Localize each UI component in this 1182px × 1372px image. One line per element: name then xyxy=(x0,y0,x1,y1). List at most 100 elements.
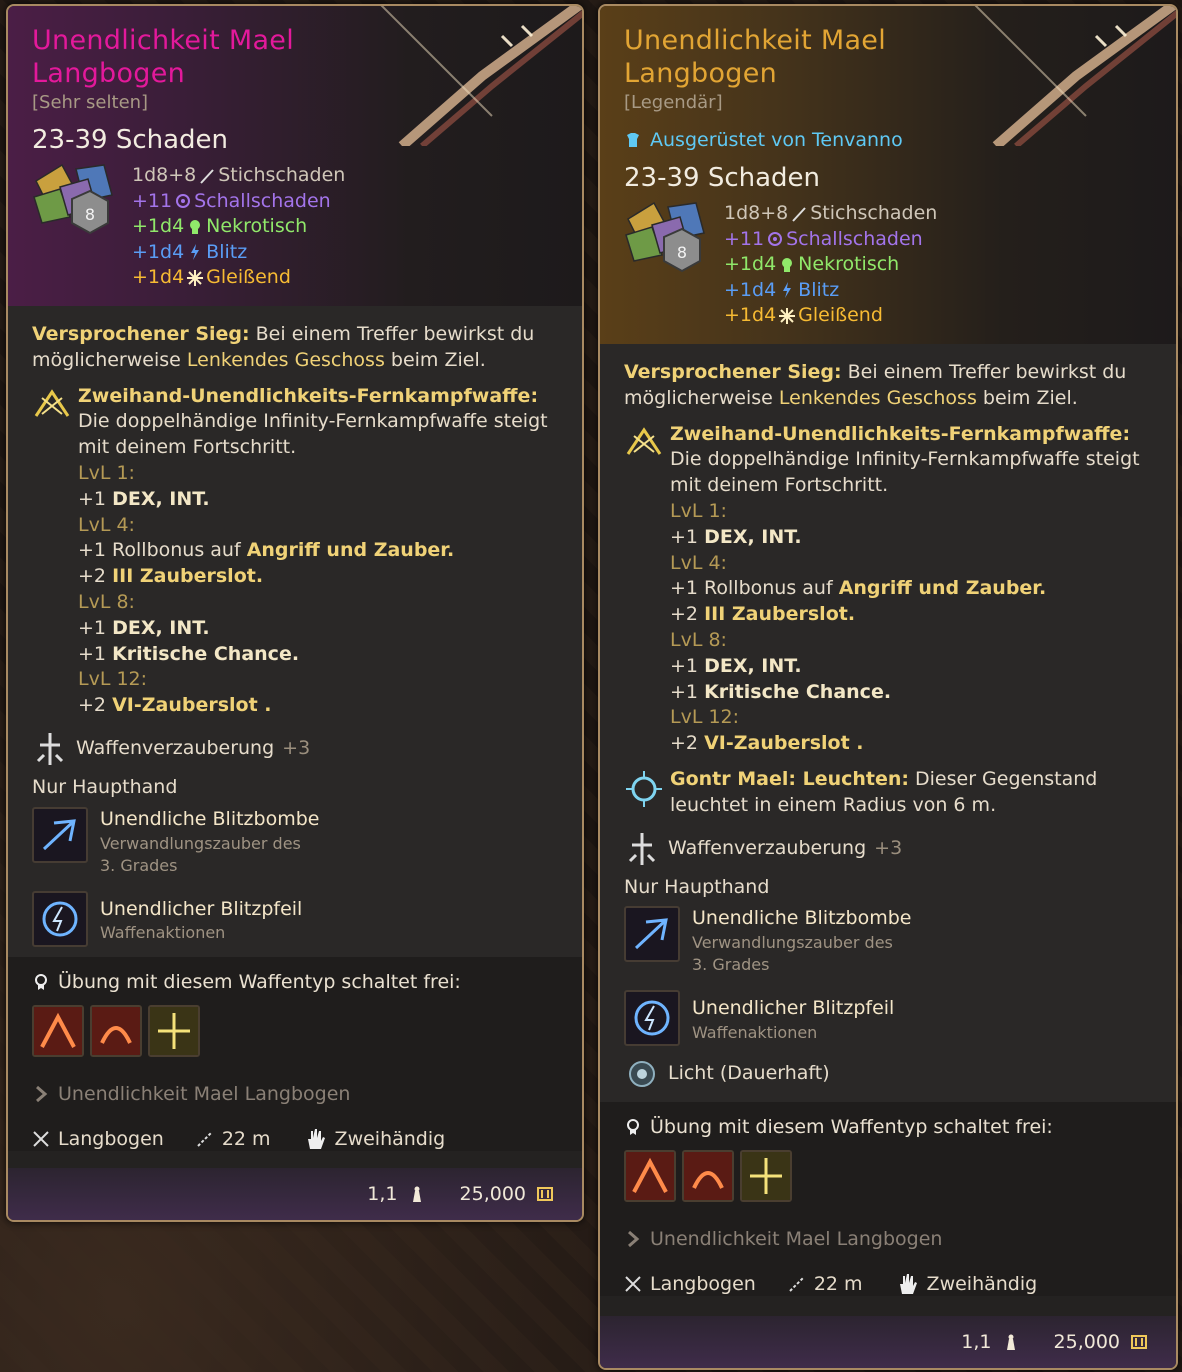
weapon-enchantment: Waffenverzauberung +3 xyxy=(624,831,1156,867)
lightning-bomb-icon xyxy=(32,806,88,863)
equipped-by: Ausgerüstet von Tenvanno xyxy=(624,129,1154,151)
lightning-bomb-icon xyxy=(624,906,680,963)
weapon-enchantment: Waffenverzauberung +3 xyxy=(32,731,562,767)
gold-coin-icon xyxy=(537,1187,553,1201)
main-hand-only: Nur Haupthand xyxy=(624,875,770,898)
action-2-icon[interactable] xyxy=(90,1004,142,1057)
lightning-icon xyxy=(783,282,792,299)
enchant-swirl-icon xyxy=(628,1231,640,1248)
weight-icon xyxy=(1006,1334,1015,1350)
dice-number: 8 xyxy=(677,243,687,262)
damage-dice-block: 8 1d8+8 Stichschaden +11 Schallschaden +1d… xyxy=(624,199,1154,329)
passive-infinity-weapon: Zweihand-Unendlichkeits-Fernkampfwaffe: … xyxy=(624,422,1156,757)
longbow-icon xyxy=(974,6,1176,146)
weapon-properties: Langbogen 22 m Zweihändig xyxy=(624,1272,1156,1296)
tooltip-bottom-bar: 1,1 25,000 xyxy=(8,1168,582,1220)
dice-number: 8 xyxy=(85,205,95,224)
crossed-weapons-icon xyxy=(33,1130,49,1147)
spell-blitzbombe[interactable]: Unendliche Blitzbombe Verwandlungszauber … xyxy=(32,806,562,877)
lightning-arrow-icon xyxy=(32,890,88,947)
item-weight: 1,1 xyxy=(367,1183,398,1205)
hand-icon xyxy=(307,1128,325,1149)
dice-icon: 8 xyxy=(625,201,705,273)
sword-enchant-icon xyxy=(36,732,64,765)
weapon-properties: Langbogen 22 m Zweihändig xyxy=(32,1127,562,1151)
action-2-icon[interactable] xyxy=(682,1150,734,1203)
tooltip-footer: Übung mit diesem Waffentyp schaltet frei… xyxy=(600,1102,1176,1297)
damage-line-thunder: +11 Schallschaden xyxy=(724,227,923,250)
enchant-line: Unendlichkeit Mael Langbogen xyxy=(624,1228,1156,1250)
dice-icon: 8 xyxy=(33,163,113,235)
tooltip-body: Versprochener Sieg: Bei einem Treffer be… xyxy=(8,306,582,957)
infinity-weapon-icon xyxy=(34,388,70,417)
crossed-weapons-icon xyxy=(625,1276,641,1292)
necrotic-icon xyxy=(782,257,793,272)
radiant-icon xyxy=(779,307,796,324)
spell-blitzpfeil[interactable]: Unendlicher Blitzpfeil Waffenaktionen xyxy=(32,890,562,947)
passive-infinity-weapon: Zweihand-Unendlichkeits-Fernkampfwaffe: … xyxy=(32,384,562,719)
damage-lines: 1d8+8 Stichschaden +11 Schallschaden +1d4 N… xyxy=(132,163,345,291)
passive-leuchten: Gontr Mael: Leuchten: Dieser Gegenstand … xyxy=(624,767,1156,819)
range-icon xyxy=(789,1276,805,1292)
weight-icon xyxy=(412,1186,421,1202)
damage-total: 23-39 Schaden xyxy=(32,125,229,155)
infinity-weapon-icon xyxy=(626,426,662,455)
damage-line-necrotic: +1d4 Nekrotisch xyxy=(724,253,900,275)
necrotic-icon xyxy=(190,219,201,234)
damage-line-lightning: +1d4 Blitz xyxy=(132,240,248,263)
thunder-icon xyxy=(176,194,191,209)
pierce-icon xyxy=(792,207,806,222)
item-name: Unendlichkeit Mael Langbogen xyxy=(624,25,887,89)
proficiency-actions xyxy=(32,1004,562,1057)
damage-line-necrotic: +1d4 Nekrotisch xyxy=(132,215,308,237)
light-icon xyxy=(626,770,662,807)
tooltip-body: Versprochener Sieg: Bei einem Treffer be… xyxy=(600,344,1176,1103)
damage-line-piercing: 1d8+8 Stichschaden xyxy=(132,164,346,186)
range-icon xyxy=(197,1130,213,1147)
passive-versprochener-sieg: Versprochener Sieg: Bei einem Treffer be… xyxy=(624,361,1127,409)
tooltip-bottom-bar: 1,1 25,000 xyxy=(600,1316,1176,1368)
spell-blitzpfeil[interactable]: Unendlicher Blitzpfeil Waffenaktionen xyxy=(624,990,1156,1047)
enchant-swirl-icon xyxy=(36,1085,48,1102)
item-rarity: [Legendär] xyxy=(624,92,723,113)
proficiency-icon xyxy=(627,1119,639,1136)
pierce-icon xyxy=(200,169,214,184)
item-value: 25,000 xyxy=(459,1183,526,1205)
gold-coin-icon xyxy=(1131,1335,1147,1349)
light-status-icon xyxy=(629,1061,655,1088)
radiant-icon xyxy=(187,269,204,286)
item-rarity: [Sehr selten] xyxy=(32,92,149,113)
damage-lines: 1d8+8 Stichschaden +11 Schallschaden +1d4 N… xyxy=(724,201,937,329)
action-1-icon[interactable] xyxy=(32,1004,84,1057)
action-3-icon[interactable] xyxy=(740,1150,792,1203)
damage-line-lightning: +1d4 Blitz xyxy=(724,278,840,301)
item-weight: 1,1 xyxy=(961,1331,992,1353)
enchant-line: Unendlichkeit Mael Langbogen xyxy=(32,1083,562,1105)
spell-blitzbombe[interactable]: Unendliche Blitzbombe Verwandlungszauber … xyxy=(624,906,1156,976)
equipped-shirt-icon xyxy=(627,133,639,147)
damage-total: 23-39 Schaden xyxy=(624,163,821,193)
light-status: Licht (Dauerhaft) xyxy=(624,1056,1156,1092)
passive-versprochener-sieg: Versprochener Sieg: Bei einem Treffer be… xyxy=(32,323,535,371)
damage-line-piercing: 1d8+8 Stichschaden xyxy=(724,202,938,224)
tooltip-card-very-rare: Unendlichkeit Mael Langbogen [Sehr selte… xyxy=(6,4,584,1222)
action-1-icon[interactable] xyxy=(624,1150,676,1203)
lightning-arrow-icon xyxy=(624,990,680,1047)
damage-line-radiant: +1d4 Gleißend xyxy=(132,266,291,288)
main-hand-only: Nur Haupthand xyxy=(32,775,178,798)
item-value: 25,000 xyxy=(1053,1331,1120,1353)
thunder-icon xyxy=(768,232,783,247)
proficiency-actions xyxy=(624,1150,1156,1203)
proficiency-unlock: Übung mit diesem Waffentyp schaltet frei… xyxy=(624,1116,1156,1138)
action-3-icon[interactable] xyxy=(148,1004,200,1057)
tooltip-header: Unendlichkeit Mael Langbogen [Legendär] … xyxy=(600,6,1176,344)
item-name: Unendlichkeit Mael Langbogen xyxy=(32,25,295,89)
proficiency-icon xyxy=(35,973,47,990)
tooltip-header: Unendlichkeit Mael Langbogen [Sehr selte… xyxy=(8,6,582,306)
lightning-icon xyxy=(191,244,200,261)
tooltip-footer: Übung mit diesem Waffentyp schaltet frei… xyxy=(8,956,582,1151)
damage-line-radiant: +1d4 Gleißend xyxy=(724,304,883,326)
tooltip-card-legendary: Unendlichkeit Mael Langbogen [Legendär] … xyxy=(598,4,1178,1370)
hand-icon xyxy=(899,1274,917,1295)
damage-line-thunder: +11 Schallschaden xyxy=(132,189,331,212)
